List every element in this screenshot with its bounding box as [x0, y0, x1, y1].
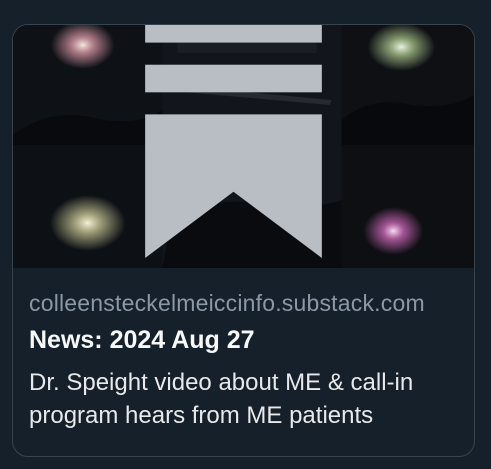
link-domain: colleensteckelmeiccinfo.substack.com	[29, 290, 425, 316]
card-text: colleensteckelmeiccinfo.substack.com New…	[13, 268, 474, 432]
preview-image[interactable]	[13, 25, 474, 268]
link-title: News: 2024 Aug 27	[29, 326, 255, 354]
link-description: Dr. Speight video about ME & call-in pro…	[29, 369, 414, 429]
link-preview-card[interactable]: colleensteckelmeiccinfo.substack.com New…	[12, 24, 475, 457]
bookmark-icon[interactable]	[13, 25, 464, 258]
